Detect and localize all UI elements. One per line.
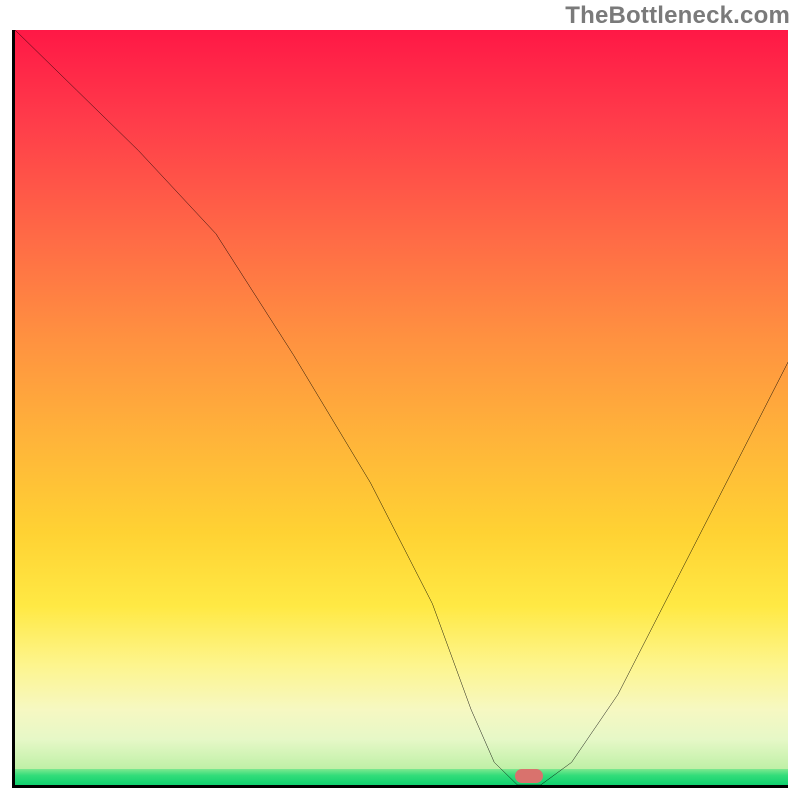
chart-stage: TheBottleneck.com	[0, 0, 800, 800]
watermark-text: TheBottleneck.com	[565, 2, 790, 30]
plot-area	[12, 30, 788, 788]
optimal-marker	[515, 769, 543, 783]
bottleneck-curve	[15, 30, 788, 785]
